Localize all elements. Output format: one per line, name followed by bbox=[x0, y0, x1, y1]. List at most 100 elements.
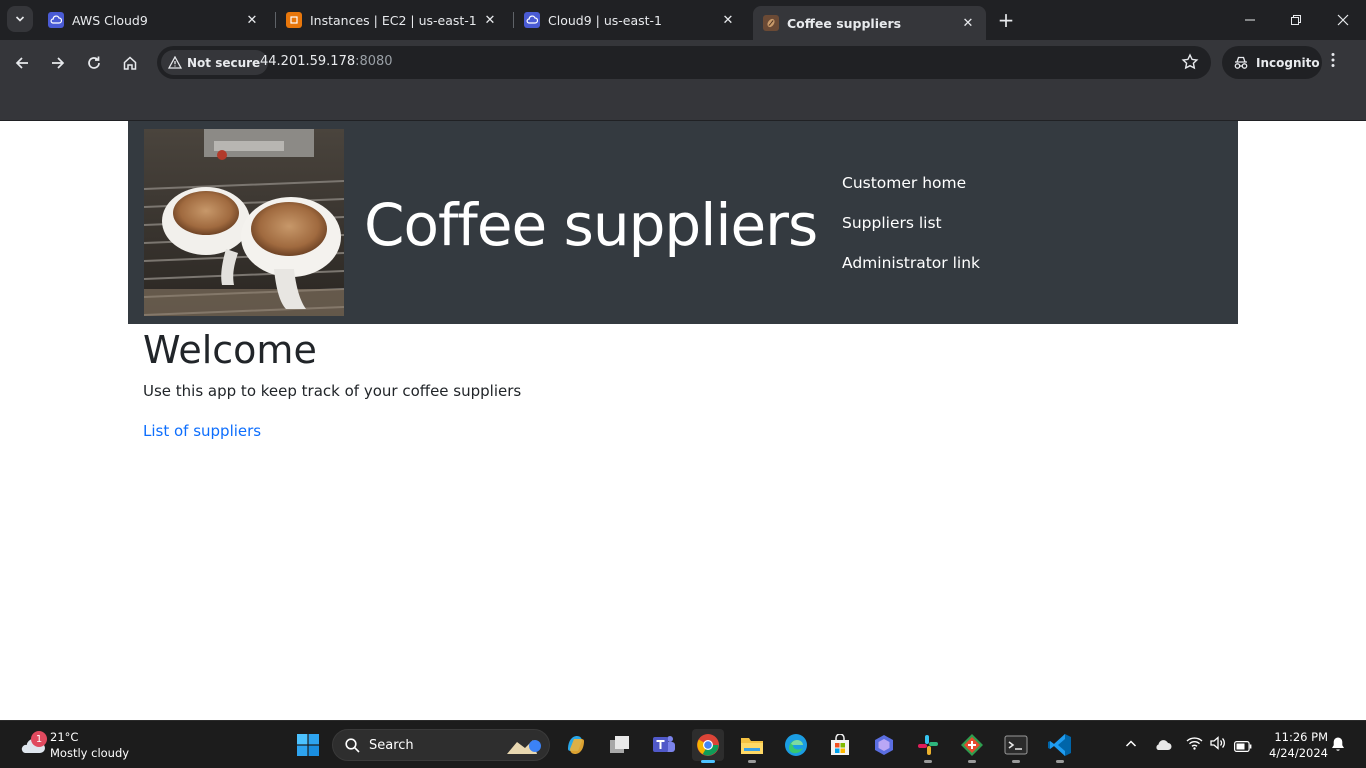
vscode-button[interactable] bbox=[1044, 729, 1076, 763]
list-of-suppliers-link[interactable]: List of suppliers bbox=[143, 422, 261, 440]
reload-button[interactable] bbox=[81, 50, 107, 76]
git-gui-button[interactable] bbox=[956, 729, 988, 763]
address-bar[interactable]: Not secure 44.201.59.178:8080 bbox=[157, 46, 1211, 79]
file-explorer-button[interactable] bbox=[736, 729, 768, 763]
terminal-button[interactable] bbox=[1000, 729, 1032, 763]
teams-button[interactable] bbox=[648, 729, 680, 761]
close-tab-icon[interactable]: ✕ bbox=[718, 10, 738, 30]
start-button[interactable] bbox=[292, 729, 324, 761]
page-heading: Welcome bbox=[143, 328, 317, 372]
copilot-hex-icon bbox=[875, 735, 893, 755]
search-label: Search bbox=[369, 737, 414, 753]
show-hidden-icons-button[interactable] bbox=[1125, 735, 1137, 754]
coffee-cups-image bbox=[144, 129, 344, 316]
close-icon bbox=[1337, 14, 1349, 26]
battery-icon bbox=[1234, 741, 1252, 753]
arrow-right-icon bbox=[52, 57, 65, 69]
close-tab-icon[interactable]: ✕ bbox=[242, 10, 262, 30]
wifi-icon bbox=[1186, 737, 1203, 750]
coffee-beans-favicon-icon bbox=[763, 15, 779, 31]
speaker-icon bbox=[1210, 736, 1225, 750]
home-button[interactable] bbox=[117, 50, 143, 76]
tab-strip: AWS Cloud9 ✕ Instances | EC2 | us-east-1… bbox=[0, 0, 1366, 40]
tab-aws-cloud9[interactable]: AWS Cloud9 ✕ bbox=[38, 0, 270, 40]
bell-icon bbox=[1332, 737, 1344, 751]
onedrive-cloud-icon bbox=[1156, 740, 1172, 750]
copilot-button[interactable] bbox=[560, 729, 592, 761]
web-page: Coffee suppliers Customer home Suppliers… bbox=[0, 121, 1366, 720]
tab-ec2-instances[interactable]: Instances | EC2 | us-east-1 ✕ bbox=[276, 0, 508, 40]
weather-widget[interactable]: 1 21°C Mostly cloudy bbox=[14, 727, 144, 763]
site-header: Coffee suppliers Customer home Suppliers… bbox=[128, 121, 1238, 324]
browser-menu-button[interactable] bbox=[1331, 52, 1335, 72]
edge-button[interactable] bbox=[780, 729, 812, 761]
tab-title: AWS Cloud9 bbox=[72, 12, 148, 28]
windows-logo-icon bbox=[297, 734, 319, 756]
chrome-taskbar-button[interactable] bbox=[692, 729, 724, 763]
nav-customer-home-link[interactable]: Customer home bbox=[842, 171, 980, 211]
copilot-icon bbox=[568, 736, 584, 754]
running-indicator bbox=[968, 760, 976, 763]
nav-administrator-link[interactable]: Administrator link bbox=[842, 251, 980, 291]
more-vertical-icon bbox=[1331, 53, 1335, 67]
vscode-icon bbox=[1048, 734, 1071, 756]
store-icon bbox=[831, 734, 849, 755]
security-chip-label: Not secure bbox=[187, 55, 261, 70]
slack-button[interactable] bbox=[912, 729, 944, 763]
clock-time: 11:26 PM bbox=[1274, 730, 1328, 744]
url-text[interactable]: 44.201.59.178:8080 bbox=[260, 54, 393, 69]
teams-icon bbox=[653, 736, 675, 752]
running-indicator bbox=[1056, 760, 1064, 763]
site-nav: Customer home Suppliers list Administrat… bbox=[842, 171, 980, 291]
taskbar-clock[interactable]: 11:26 PM 4/24/2024 bbox=[1262, 729, 1328, 761]
tab-search-button[interactable] bbox=[7, 6, 33, 32]
close-tab-icon[interactable]: ✕ bbox=[958, 13, 978, 33]
bookmarks-bar bbox=[0, 85, 1366, 121]
battery-tray-icon[interactable] bbox=[1234, 737, 1252, 756]
copilot-app-button[interactable] bbox=[868, 729, 900, 761]
clock-date: 4/24/2024 bbox=[1269, 746, 1328, 760]
terminal-icon bbox=[1004, 735, 1028, 755]
git-diamond-icon bbox=[961, 734, 983, 756]
tab-title: Instances | EC2 | us-east-1 bbox=[310, 12, 477, 28]
cloud9-favicon-icon bbox=[524, 12, 540, 28]
warning-icon bbox=[168, 56, 182, 69]
security-chip[interactable]: Not secure bbox=[161, 50, 269, 75]
onedrive-tray-icon[interactable] bbox=[1154, 736, 1172, 755]
network-tray-icon[interactable] bbox=[1186, 735, 1203, 754]
weather-temperature: 21°C bbox=[50, 730, 79, 744]
reload-icon bbox=[88, 56, 100, 69]
arrow-left-icon bbox=[15, 57, 28, 69]
site-title: Coffee suppliers bbox=[364, 191, 818, 259]
close-tab-icon[interactable]: ✕ bbox=[480, 10, 500, 30]
search-highlight-icon bbox=[507, 740, 541, 754]
taskbar-search-box[interactable]: Search bbox=[332, 729, 550, 761]
restore-button[interactable] bbox=[1273, 0, 1319, 40]
forward-button[interactable] bbox=[45, 50, 71, 76]
minimize-icon bbox=[1245, 19, 1255, 21]
tab-cloud9-us-east-1[interactable]: Cloud9 | us-east-1 ✕ bbox=[514, 0, 746, 40]
incognito-icon bbox=[1234, 56, 1248, 69]
tab-title: Coffee suppliers bbox=[787, 15, 902, 31]
running-indicator bbox=[1012, 760, 1020, 763]
slack-icon bbox=[918, 735, 938, 755]
url-host: 44.201.59.178 bbox=[260, 54, 356, 69]
back-button[interactable] bbox=[9, 50, 35, 76]
minimize-button[interactable] bbox=[1227, 0, 1273, 40]
new-tab-button[interactable]: + bbox=[995, 8, 1017, 32]
search-icon bbox=[345, 737, 360, 753]
task-view-button[interactable] bbox=[604, 729, 636, 761]
tab-coffee-suppliers[interactable]: Coffee suppliers ✕ bbox=[753, 6, 986, 40]
incognito-indicator[interactable]: Incognito bbox=[1222, 46, 1322, 79]
notifications-button[interactable] bbox=[1331, 736, 1345, 756]
microsoft-store-button[interactable] bbox=[824, 729, 856, 761]
volume-tray-icon[interactable] bbox=[1210, 735, 1226, 754]
bookmark-star-button[interactable] bbox=[1181, 53, 1199, 75]
home-icon bbox=[123, 56, 137, 70]
nav-suppliers-list-link[interactable]: Suppliers list bbox=[842, 211, 980, 251]
close-window-button[interactable] bbox=[1320, 0, 1366, 40]
folder-icon bbox=[741, 738, 763, 754]
running-indicator bbox=[924, 760, 932, 763]
star-icon bbox=[1181, 53, 1199, 70]
chevron-down-icon bbox=[15, 16, 25, 22]
